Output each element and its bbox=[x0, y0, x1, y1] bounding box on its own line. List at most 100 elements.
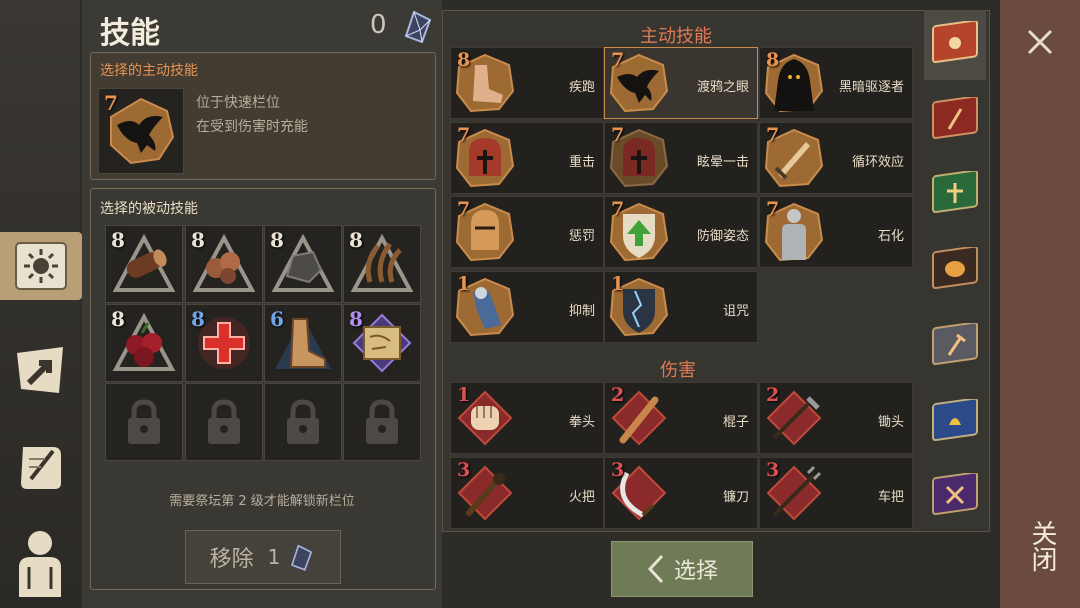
skill-cell[interactable]: 1 诅咒 bbox=[604, 271, 758, 343]
scroll-quill-icon bbox=[21, 447, 61, 489]
slot-level: 8 bbox=[111, 228, 125, 252]
unlock-note: 需要祭坛第 2 级才能解锁新栏位 bbox=[169, 494, 355, 509]
skill-level: 2 bbox=[766, 384, 780, 406]
passive-skills-label: 选择的被动技能 bbox=[100, 201, 198, 217]
remove-label: 移除 bbox=[209, 547, 254, 572]
tab-blue-book[interactable] bbox=[924, 388, 986, 458]
selected-active-skill-slot[interactable]: 7 bbox=[98, 88, 184, 174]
skill-name: 循环效应 bbox=[851, 155, 904, 170]
skill-name: 镰刀 bbox=[722, 490, 749, 505]
crystal-icon bbox=[404, 10, 432, 44]
lock-icon bbox=[128, 399, 160, 444]
passive-slot[interactable]: 8 bbox=[185, 225, 263, 303]
skill-cell[interactable]: 3 火把 bbox=[450, 457, 604, 529]
passive-slot[interactable]: 8 bbox=[343, 304, 421, 382]
skill-level: 7 bbox=[611, 124, 625, 146]
skill-cell[interactable]: 7 惩罚 bbox=[450, 196, 604, 268]
skill-name: 惩罚 bbox=[568, 229, 595, 244]
skill-level: 1 bbox=[611, 273, 625, 295]
active-desc-line1: 位于快速栏位 bbox=[196, 95, 280, 111]
skill-level: 8 bbox=[457, 49, 471, 71]
tab-red-book[interactable] bbox=[924, 86, 986, 156]
close-icon bbox=[1027, 29, 1053, 55]
blue-book-icon bbox=[932, 399, 978, 442]
skill-level: 7 bbox=[104, 91, 118, 115]
close-column[interactable]: 关闭 bbox=[1000, 0, 1080, 608]
skill-name: 诅咒 bbox=[722, 304, 749, 319]
skill-level: 7 bbox=[457, 198, 471, 220]
skill-name: 黑暗驱逐者 bbox=[838, 80, 904, 95]
skill-name: 抑制 bbox=[568, 304, 595, 319]
sword-book-icon bbox=[932, 97, 978, 140]
slot-level: 8 bbox=[191, 307, 205, 331]
skill-name: 防御姿态 bbox=[696, 229, 749, 244]
nav-scroll-button[interactable] bbox=[6, 432, 74, 500]
skill-level: 3 bbox=[611, 459, 625, 481]
passive-slot[interactable]: 8 bbox=[264, 225, 342, 303]
passive-slot[interactable]: 8 bbox=[185, 304, 263, 382]
skill-level: 7 bbox=[766, 124, 780, 146]
selected-active-label: 选择的主动技能 bbox=[100, 63, 198, 79]
skill-cell[interactable]: 3 镰刀 bbox=[604, 457, 758, 529]
locked-slot bbox=[185, 383, 263, 461]
nav-map-button[interactable] bbox=[6, 336, 74, 404]
skill-name: 拳头 bbox=[568, 415, 595, 430]
page-title: 技能 bbox=[100, 16, 160, 51]
left-nav bbox=[0, 0, 82, 608]
sun-book-icon bbox=[15, 242, 67, 290]
remove-cost: 1 bbox=[267, 545, 281, 569]
skill-name: 火把 bbox=[568, 490, 595, 505]
sun-book-icon bbox=[932, 21, 978, 64]
skill-cell[interactable]: 7 循环效应 bbox=[759, 122, 913, 194]
skill-category-tabs bbox=[920, 10, 990, 530]
tab-purple-book[interactable] bbox=[924, 462, 986, 532]
skill-level: 8 bbox=[766, 49, 780, 71]
skill-cell[interactable]: 1 拳头 bbox=[450, 382, 604, 454]
skill-level: 1 bbox=[457, 384, 471, 406]
skill-cell[interactable]: 8 黑暗驱逐者 bbox=[759, 47, 913, 119]
nav-skills-button[interactable] bbox=[0, 232, 82, 300]
locked-slot bbox=[343, 383, 421, 461]
active-skills-heading: 主动技能 bbox=[640, 26, 712, 47]
skill-level: 2 bbox=[611, 384, 625, 406]
skill-cell[interactable]: 1 抑制 bbox=[450, 271, 604, 343]
damage-heading: 伤害 bbox=[660, 360, 696, 381]
select-label: 选择 bbox=[673, 559, 718, 584]
skill-cell[interactable]: 3 车把 bbox=[759, 457, 913, 529]
close-label: 关闭 bbox=[1027, 520, 1057, 572]
tab-grey-book[interactable] bbox=[924, 312, 986, 382]
hammer-book-icon bbox=[932, 323, 978, 366]
skill-cell[interactable]: 2 棍子 bbox=[604, 382, 758, 454]
tab-mask-book[interactable] bbox=[924, 236, 986, 306]
chevron-left-icon bbox=[647, 554, 664, 584]
skill-cell-selected[interactable]: 7 渡鸦之眼 bbox=[604, 47, 758, 119]
character-icon bbox=[19, 531, 61, 597]
map-arrow-icon bbox=[17, 347, 63, 393]
passive-slot[interactable]: 6 bbox=[264, 304, 342, 382]
remove-button[interactable]: 移除 1 bbox=[185, 530, 341, 584]
select-button[interactable]: 选择 bbox=[611, 541, 753, 597]
green-book-icon bbox=[932, 171, 978, 214]
skill-name: 车把 bbox=[877, 490, 904, 505]
locked-slot bbox=[105, 383, 183, 461]
skill-cell[interactable]: 7 重击 bbox=[450, 122, 604, 194]
skill-cell[interactable]: 7 石化 bbox=[759, 196, 913, 268]
skill-cell[interactable]: 7 防御姿态 bbox=[604, 196, 758, 268]
skill-points-count: 0 bbox=[370, 10, 387, 40]
skill-name: 锄头 bbox=[877, 415, 904, 430]
slot-level: 8 bbox=[349, 307, 363, 331]
skill-level: 7 bbox=[611, 49, 625, 71]
skill-cell[interactable]: 2 锄头 bbox=[759, 382, 913, 454]
tab-green-book[interactable] bbox=[924, 160, 986, 230]
tab-sun-book[interactable] bbox=[924, 10, 986, 80]
skill-cell[interactable]: 7 眩晕一击 bbox=[604, 122, 758, 194]
slot-level: 8 bbox=[349, 228, 363, 252]
skill-name: 石化 bbox=[877, 229, 904, 244]
skill-level: 7 bbox=[766, 198, 780, 220]
skill-cell[interactable]: 8 疾跑 bbox=[450, 47, 604, 119]
passive-slot[interactable]: 8 bbox=[105, 304, 183, 382]
crystal-icon bbox=[291, 544, 313, 571]
nav-character-button[interactable] bbox=[6, 528, 74, 597]
passive-slot[interactable]: 8 bbox=[105, 225, 183, 303]
passive-slot[interactable]: 8 bbox=[343, 225, 421, 303]
